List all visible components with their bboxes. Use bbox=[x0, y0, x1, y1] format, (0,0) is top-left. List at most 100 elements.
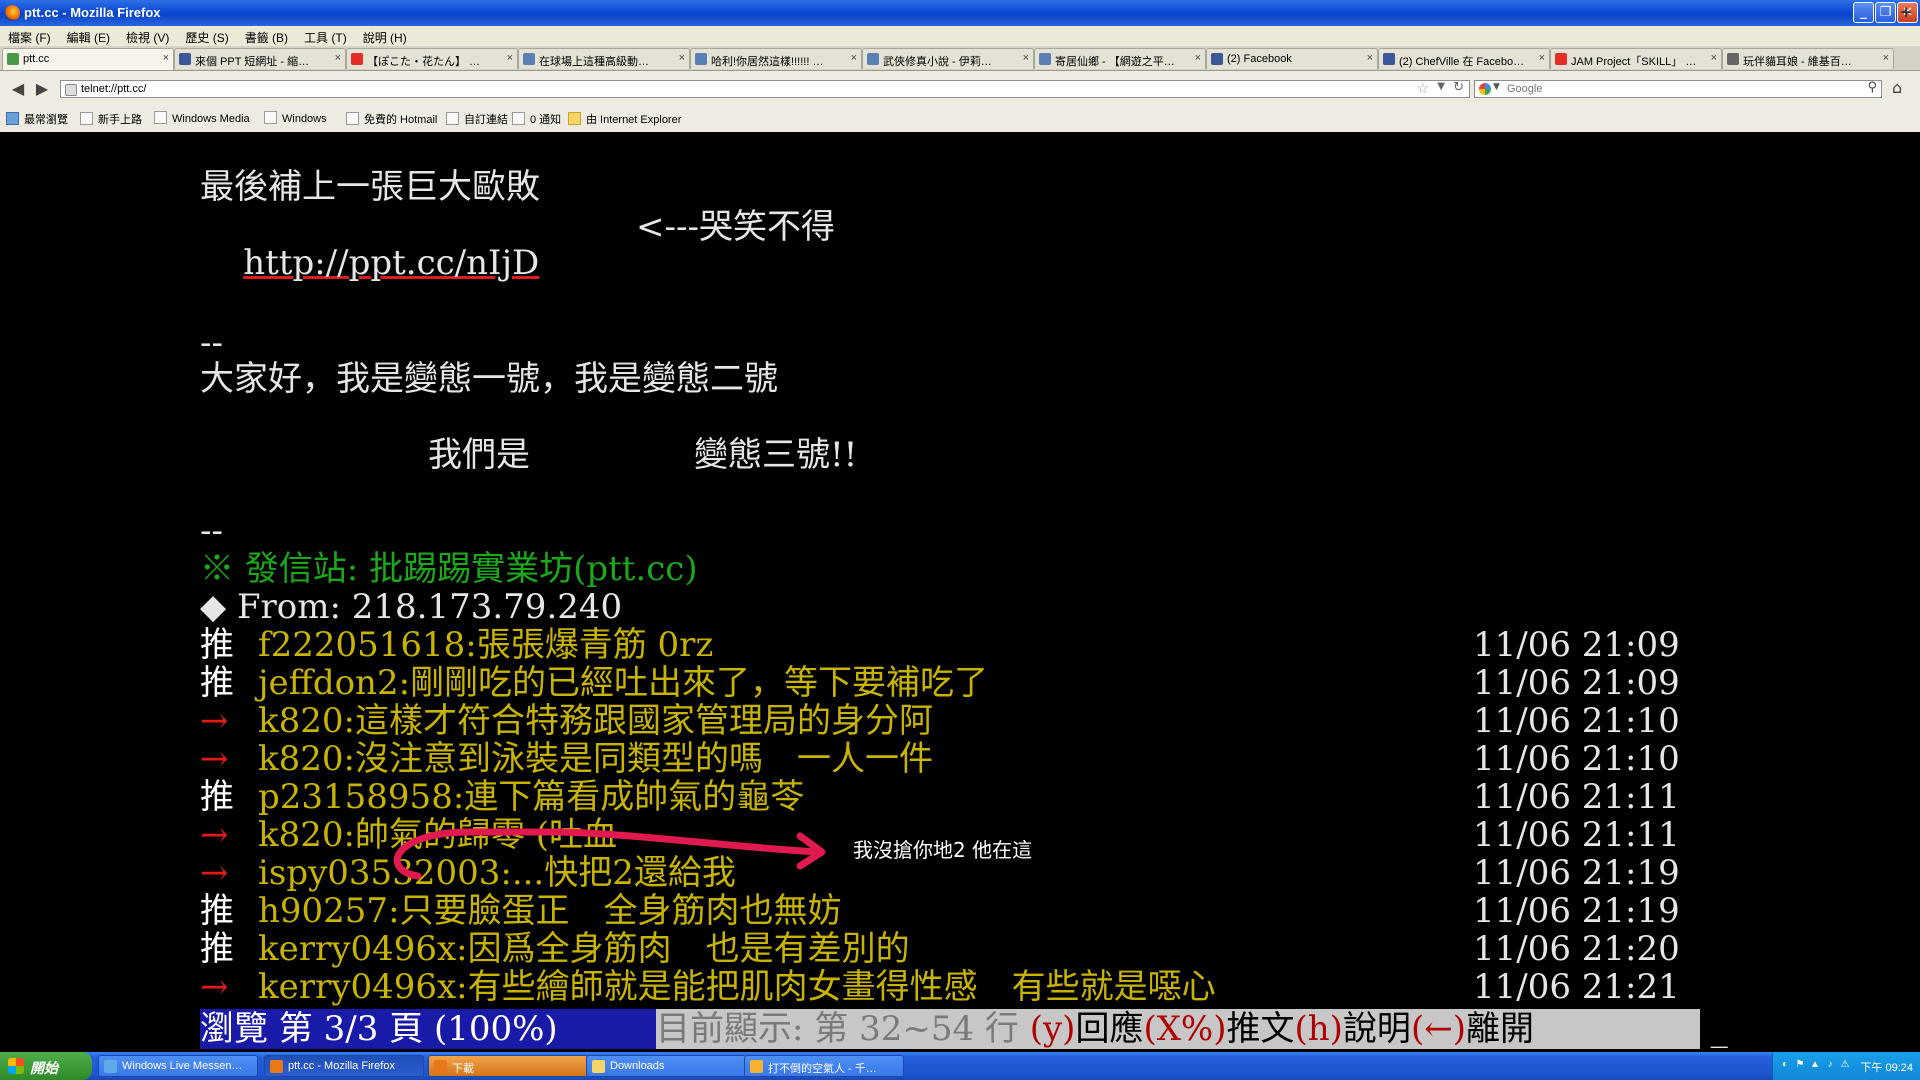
bookmark-2[interactable]: Windows Media bbox=[154, 111, 250, 125]
clock[interactable]: 下午 09:24 bbox=[1860, 1059, 1913, 1075]
tab-label: 哈利!你居然這樣!!!!!! … bbox=[711, 56, 824, 68]
bookmark-5[interactable]: 自訂連結 bbox=[446, 111, 508, 127]
search-magnifier-icon[interactable]: ⚲ bbox=[1867, 80, 1877, 95]
bookmark-star-icon[interactable]: ☆ bbox=[1416, 81, 1429, 97]
tab-close-icon[interactable]: × bbox=[1539, 52, 1545, 64]
bookmark-page-icon bbox=[154, 111, 167, 124]
menu-edit[interactable]: 編輯 (E) bbox=[59, 26, 118, 46]
tab-close-icon[interactable]: × bbox=[1367, 52, 1373, 64]
tab-0[interactable]: ptt.cc × bbox=[2, 48, 174, 70]
taskbar-item-label: ptt.cc - Mozilla Firefox bbox=[288, 1060, 395, 1072]
tab-label: (2) ChefVille 在 Facebo… bbox=[1399, 56, 1525, 68]
tab-label: ptt.cc bbox=[23, 53, 50, 65]
reload-icon[interactable]: ↻ bbox=[1453, 80, 1464, 95]
url-bar[interactable]: ☆ ▼ ↻ bbox=[60, 80, 1470, 98]
menu-bookmarks[interactable]: 書籤 (B) bbox=[237, 26, 296, 46]
tab-2[interactable]: 【ぽこた・花たん】 … × bbox=[346, 48, 518, 69]
system-tray: 下午 09:24 ◐ ⚑ ▲ ♪ ⚠ bbox=[1772, 1052, 1920, 1080]
menu-view[interactable]: 檢視 (V) bbox=[118, 26, 177, 46]
tray-icon[interactable]: ⚠ bbox=[1839, 1059, 1851, 1071]
bookmark-7[interactable]: 由 Internet Explorer bbox=[568, 111, 681, 127]
bookmark-page-icon bbox=[512, 112, 525, 125]
bookmark-1[interactable]: 新手上路 bbox=[80, 111, 142, 127]
bookmark-3[interactable]: Windows bbox=[264, 111, 327, 125]
windows-flag-icon bbox=[8, 1058, 24, 1074]
tab-favicon-icon bbox=[1727, 53, 1739, 65]
home-icon[interactable]: ⌂ bbox=[1892, 78, 1902, 97]
tab-favicon-icon bbox=[351, 53, 363, 65]
bookmark-label: 0 通知 bbox=[530, 114, 562, 126]
tray-icon[interactable]: ♪ bbox=[1824, 1059, 1836, 1071]
forward-button[interactable]: ▶ bbox=[32, 79, 52, 99]
search-input[interactable] bbox=[1507, 82, 1837, 96]
site-identity-icon[interactable] bbox=[65, 84, 77, 96]
tab-close-icon[interactable]: × bbox=[1195, 52, 1201, 64]
leave-label[interactable]: 離開 bbox=[1466, 1009, 1534, 1049]
tab-favicon-icon bbox=[1039, 53, 1051, 65]
menu-tools[interactable]: 工具 (T) bbox=[296, 26, 355, 46]
search-bar[interactable]: ▼ ⚲ bbox=[1474, 80, 1882, 98]
taskbar-item-1[interactable]: ptt.cc - Mozilla Firefox bbox=[264, 1055, 424, 1077]
url-history-dropdown-icon[interactable]: ▼ bbox=[1437, 81, 1445, 92]
tab-5[interactable]: 武俠修真小說 - 伊莉… × bbox=[862, 48, 1034, 69]
tab-bar: ptt.cc × 來個 PPT 短網址 - 縮… × 【ぽこた・花たん】 … × 在球場上這… bbox=[0, 46, 1920, 71]
tab-label: 武俠修真小說 - 伊莉… bbox=[883, 56, 992, 68]
tab-close-icon[interactable]: × bbox=[507, 52, 513, 64]
window-title: ptt.cc - Mozilla Firefox bbox=[24, 5, 161, 20]
reply-label[interactable]: 回應 bbox=[1075, 1009, 1143, 1049]
tab-label: JAM Project「SKILL」 … bbox=[1571, 56, 1697, 68]
push-label[interactable]: 推文 bbox=[1227, 1009, 1295, 1049]
menu-history[interactable]: 歷史 (S) bbox=[177, 26, 236, 46]
tray-icon[interactable]: ◐ bbox=[1779, 1059, 1791, 1071]
tab-3[interactable]: 在球場上這種高級動… × bbox=[518, 48, 690, 69]
bookmark-label: 最常瀏覽 bbox=[24, 114, 68, 126]
key-left: (←) bbox=[1410, 1009, 1466, 1049]
tab-9[interactable]: JAM Project「SKILL」 … × bbox=[1550, 48, 1722, 69]
tab-close-icon[interactable]: × bbox=[679, 52, 685, 64]
window-title-bar: ptt.cc - Mozilla Firefox _ ❐ ✕ bbox=[0, 0, 1920, 26]
tab-favicon-icon bbox=[1555, 53, 1567, 65]
tab-7[interactable]: (2) Facebook × bbox=[1206, 48, 1378, 69]
restore-button[interactable]: ❐ bbox=[1875, 2, 1896, 23]
taskbar-item-2[interactable]: 下載 bbox=[428, 1055, 588, 1077]
menu-help[interactable]: 說明 (H) bbox=[355, 26, 415, 46]
status-help-bar: 目前顯示: 第 32~54 行 (y)回應(X%)推文(h)說明(←)離開 bbox=[656, 1009, 1700, 1049]
start-button[interactable]: 開始 bbox=[0, 1052, 92, 1080]
bookmark-0[interactable]: 最常瀏覽 bbox=[6, 111, 68, 127]
tab-favicon-icon bbox=[1211, 53, 1223, 65]
status-line: 瀏覽 第 3/3 頁 (100%) 目前顯示: 第 32~54 行 (y)回應(… bbox=[200, 1009, 1700, 1049]
menu-file[interactable]: 檔案 (F) bbox=[0, 26, 59, 46]
tab-close-icon[interactable]: × bbox=[851, 52, 857, 64]
tab-close-icon[interactable]: × bbox=[1883, 52, 1889, 64]
help-label[interactable]: 說明 bbox=[1343, 1009, 1411, 1049]
tab-close-icon[interactable]: × bbox=[1711, 52, 1717, 64]
navigation-toolbar: ◀ ▶ ☆ ▼ ↻ ▼ ⚲ ⌂ bbox=[0, 71, 1920, 106]
bookmark-4[interactable]: 免費的 Hotmail bbox=[346, 111, 437, 127]
bookmark-page-icon bbox=[446, 112, 459, 125]
tab-6[interactable]: 寄居仙鄉 - 【網遊之平… × bbox=[1034, 48, 1206, 69]
tab-close-icon[interactable]: × bbox=[1023, 52, 1029, 64]
tab-10[interactable]: 玩伴貓耳娘 - 維基百… × bbox=[1722, 48, 1894, 69]
tray-icon[interactable]: ⚑ bbox=[1794, 1059, 1806, 1071]
tab-close-icon[interactable]: × bbox=[335, 52, 341, 64]
tab-close-icon[interactable]: × bbox=[163, 52, 169, 64]
tab-1[interactable]: 來個 PPT 短網址 - 縮… × bbox=[174, 48, 346, 69]
bookmark-label: Windows Media bbox=[172, 113, 250, 125]
telnet-terminal[interactable]: 最後補上一張巨大歐敗 http://ppt.cc/nIjD <---哭笑不得 -… bbox=[0, 132, 1920, 1052]
url-input[interactable] bbox=[81, 82, 1381, 96]
tab-4[interactable]: 哈利!你居然這樣!!!!!! … × bbox=[690, 48, 862, 69]
minimize-button[interactable]: _ bbox=[1853, 2, 1874, 23]
back-button[interactable]: ◀ bbox=[8, 79, 28, 99]
search-engine-dropdown-icon[interactable]: ▼ bbox=[1493, 82, 1500, 92]
new-tab-button[interactable]: + bbox=[1896, 2, 1916, 22]
bookmark-6[interactable]: 0 通知 bbox=[512, 111, 561, 127]
taskbar-item-0[interactable]: Windows Live Messen… bbox=[98, 1055, 258, 1077]
key-y: (y) bbox=[1029, 1009, 1076, 1049]
google-engine-icon[interactable] bbox=[1479, 83, 1491, 95]
folder-icon bbox=[568, 112, 581, 125]
annotation-text: 我沒搶你地2 他在這 bbox=[853, 838, 1033, 862]
tab-8[interactable]: (2) ChefVille 在 Facebo… × bbox=[1378, 48, 1550, 69]
taskbar-item-4[interactable]: 打不倒的空氣人 - 千… bbox=[744, 1055, 904, 1077]
tray-icon[interactable]: ▲ bbox=[1809, 1059, 1821, 1071]
taskbar-item-3[interactable]: Downloads bbox=[586, 1055, 746, 1077]
